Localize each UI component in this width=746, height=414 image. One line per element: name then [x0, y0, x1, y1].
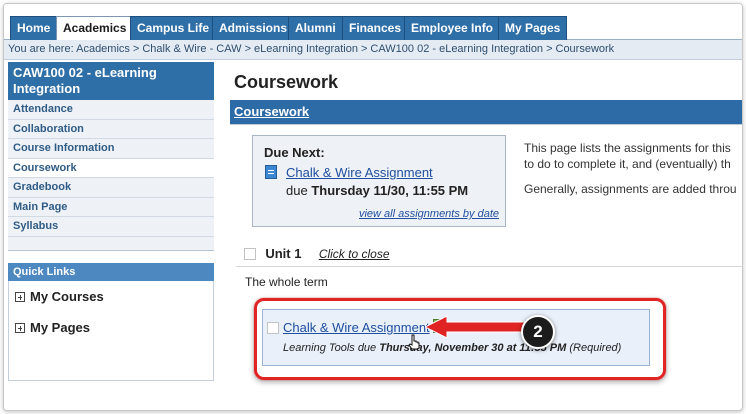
step-number-badge: 2 [521, 315, 555, 349]
quick-link-my-courses[interactable]: My Courses [9, 287, 213, 318]
sidebar-item-attendance[interactable]: Attendance [8, 100, 214, 120]
sidebar-item-main-page[interactable]: Main Page [8, 197, 214, 217]
tab-alumni[interactable]: Alumni [288, 16, 343, 40]
breadcrumb-link-chalk-wire[interactable]: Chalk & Wire - CAW [142, 43, 241, 55]
breadcrumb-link-elearning[interactable]: eLearning Integration [254, 43, 358, 55]
unit-divider [236, 266, 742, 267]
highlight-frame [254, 298, 666, 380]
expand-icon[interactable] [15, 322, 25, 333]
section-divider [230, 124, 742, 125]
due-next-assignment-link[interactable]: Chalk & Wire Assignment [286, 165, 433, 180]
sidebar-item-course-information[interactable]: Course Information [8, 139, 214, 159]
tab-my-pages[interactable]: My Pages [498, 16, 568, 40]
breadcrumb-prefix: You are here: [8, 43, 74, 55]
tab-campus-life[interactable]: Campus Life [130, 16, 217, 40]
quick-links-heading: Quick Links [8, 262, 214, 281]
sidebar-item-collaboration[interactable]: Collaboration [8, 119, 214, 139]
breadcrumb-current: Coursework [555, 43, 615, 55]
unit-label: Unit 1 [265, 246, 302, 261]
due-next-box: Due Next: Chalk & Wire Assignment due Th… [252, 135, 506, 227]
section-header: Coursework [230, 100, 742, 124]
due-next-heading: Due Next: [264, 145, 325, 160]
expand-icon[interactable] [15, 291, 25, 302]
breadcrumb: You are here: Academics > Chalk & Wire - C… [4, 40, 742, 60]
browser-window: Home Academics Campus Life Admissions Al… [3, 3, 743, 411]
tab-admissions[interactable]: Admissions [212, 16, 295, 40]
description-line-2: to do to complete it, and (eventually) t… [524, 157, 731, 171]
sidebar-item-coursework[interactable]: Coursework [8, 158, 214, 178]
sidebar-item-syllabus[interactable]: Syllabus [8, 217, 214, 237]
tab-employee-info[interactable]: Employee Info [404, 16, 501, 40]
term-label: The whole term [245, 275, 328, 289]
breadcrumb-link-academics[interactable]: Academics [76, 43, 130, 55]
sidebar-spacer [8, 236, 214, 251]
page-title: Coursework [234, 72, 339, 92]
due-next-date: due Thursday 11/30, 11:55 PM [286, 183, 469, 198]
breadcrumb-link-course[interactable]: CAW100 02 - eLearning Integration [370, 43, 543, 55]
tab-academics[interactable]: Academics [56, 16, 134, 41]
click-to-close-link[interactable]: Click to close [319, 247, 390, 261]
tab-home[interactable]: Home [10, 16, 58, 40]
tab-finances[interactable]: Finances [342, 16, 409, 40]
hand-pointer-icon [408, 334, 420, 350]
course-title: CAW100 02 - eLearning Integration [8, 62, 214, 100]
top-tab-bar: Home Academics Campus Life Admissions Al… [4, 4, 742, 41]
view-all-assignments-link[interactable]: view all assignments by date [359, 208, 499, 220]
sidebar-item-gradebook[interactable]: Gradebook [8, 178, 214, 198]
assignment-doc-icon [265, 165, 277, 179]
quick-link-my-pages[interactable]: My Pages [9, 318, 213, 349]
arrow-left-icon [425, 316, 525, 338]
description-line-1: This page lists the assignments for this [524, 141, 731, 155]
unit-header: Unit 1 Click to close [244, 246, 390, 262]
unit-checkbox[interactable] [244, 248, 256, 260]
quick-links-panel: My Courses My Pages [8, 280, 214, 381]
coursework-section-link[interactable]: Coursework [234, 104, 309, 119]
sidebar: CAW100 02 - eLearning Integration Attend… [8, 62, 214, 402]
description-line-3: Generally, assignments are added throu [524, 182, 737, 196]
